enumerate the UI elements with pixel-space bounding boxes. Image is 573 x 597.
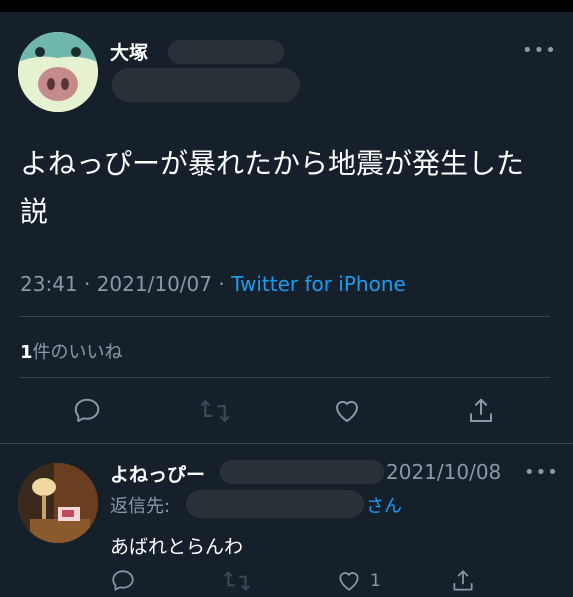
- tweet-timestamp[interactable]: 23:41 · 2021/10/07 ·: [20, 272, 231, 296]
- divider: [20, 316, 550, 317]
- reply-share-button[interactable]: [450, 568, 476, 594]
- tweet-source-link[interactable]: Twitter for iPhone: [231, 272, 406, 296]
- share-icon: [453, 570, 473, 591]
- tweet-meta: 23:41 · 2021/10/07 · Twitter for iPhone: [20, 272, 406, 296]
- more-icon[interactable]: •••: [522, 40, 557, 61]
- divider: [20, 377, 550, 378]
- reply-retweet-button[interactable]: [222, 568, 252, 594]
- author-avatar[interactable]: [18, 32, 98, 112]
- reply-to-suffix: さん: [366, 496, 402, 517]
- reply-date[interactable]: 2021/10/08: [386, 460, 501, 484]
- share-icon: [470, 398, 492, 422]
- author-name[interactable]: 大塚: [110, 38, 148, 65]
- redacted-handle: [168, 40, 284, 64]
- tweet-text: よねっぴーが暴れたから地震が発生した説: [20, 147, 525, 228]
- retweet-button[interactable]: [198, 396, 232, 426]
- reply-author-name[interactable]: よねっぴー: [110, 460, 205, 487]
- reply-like-button[interactable]: 1: [336, 568, 381, 594]
- like-button[interactable]: [332, 396, 362, 426]
- share-button[interactable]: [466, 396, 496, 426]
- redacted-username: [112, 68, 300, 102]
- like-icon: [336, 400, 358, 422]
- reply-author-avatar[interactable]: [18, 463, 98, 543]
- retweet-icon: [200, 399, 230, 423]
- status-bar-strip: [0, 0, 573, 12]
- reply-more-icon[interactable]: •••: [524, 462, 559, 483]
- reply-reply-button[interactable]: [110, 568, 136, 594]
- reply-like-count: 1: [370, 571, 381, 591]
- likes-label: 件のいいね: [32, 342, 123, 363]
- reply-button[interactable]: [72, 396, 102, 426]
- redacted-reply-to-user: [186, 490, 364, 518]
- likes-summary[interactable]: 1件のいいね: [20, 338, 123, 364]
- reply-icon: [74, 398, 100, 422]
- likes-count: 1: [20, 342, 33, 363]
- reply-to-label: 返信先:: [110, 496, 171, 517]
- avatar-image: [18, 32, 98, 112]
- like-icon: [339, 572, 359, 591]
- divider: [0, 443, 573, 444]
- reply-avatar-image: [18, 463, 98, 543]
- redacted-reply-handle: [220, 460, 384, 484]
- reply-text: あばれとらんわ: [110, 536, 244, 558]
- retweet-icon: [223, 571, 251, 591]
- reply-icon: [112, 570, 134, 591]
